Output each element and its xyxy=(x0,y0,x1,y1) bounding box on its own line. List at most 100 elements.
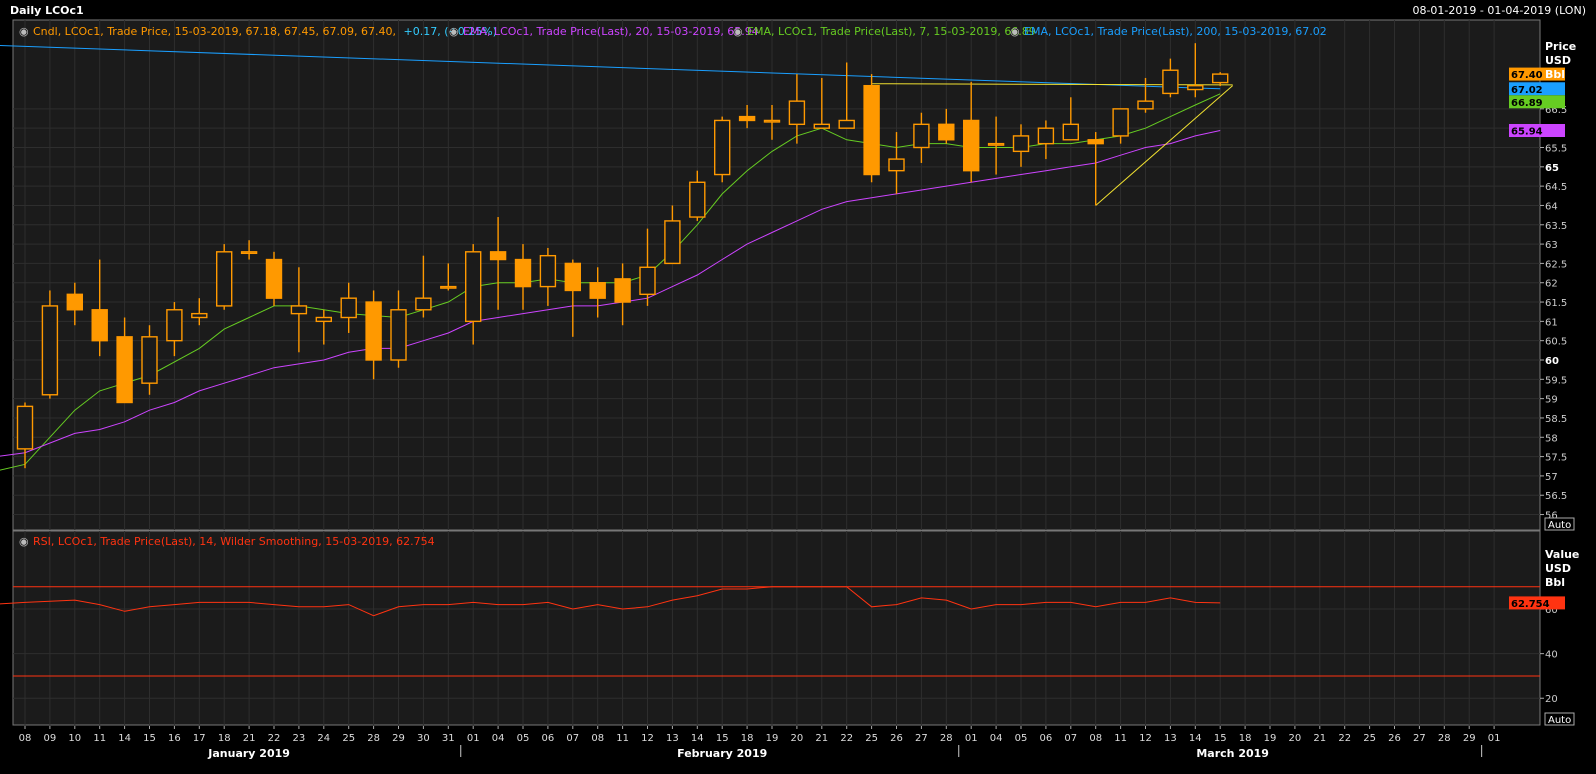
x-tick-label: 24 xyxy=(317,733,330,744)
x-tick-label: 17 xyxy=(193,733,206,744)
x-tick-label: 22 xyxy=(840,733,853,744)
x-tick-label: 13 xyxy=(666,733,679,744)
price-tick-label: 58 xyxy=(1545,433,1558,444)
rsi-tick-label: 20 xyxy=(1545,694,1558,705)
price-tick-label: 61 xyxy=(1545,317,1558,328)
legend-ema200[interactable]: EMA, LCOc1, Trade Price(Last), 200, 15-0… xyxy=(1024,25,1327,38)
x-tick-label: 06 xyxy=(1040,733,1053,744)
candle-body-down xyxy=(66,293,84,311)
rsi-auto-button[interactable]: Auto xyxy=(1544,712,1575,726)
candle-body-down xyxy=(863,84,880,176)
month-label: March 2019 xyxy=(1196,747,1269,760)
x-tick-label: 15 xyxy=(143,733,156,744)
candle-body-up xyxy=(1112,108,1129,137)
candle-body-up xyxy=(763,119,781,123)
candle-body-up xyxy=(1187,84,1204,91)
candle-body-up xyxy=(141,336,158,384)
rsi-badge: 62.754 xyxy=(1509,596,1565,610)
candle-body-down xyxy=(963,119,980,172)
price-tick-label: 57.5 xyxy=(1545,453,1567,464)
candle-body-up xyxy=(41,305,59,396)
x-tick-label: 04 xyxy=(990,733,1003,744)
price-tick-label: 59 xyxy=(1545,395,1558,406)
price-badge: 67.02 xyxy=(1509,82,1565,96)
x-tick-label: 19 xyxy=(766,733,779,744)
candle-body-down xyxy=(564,262,581,292)
candle-body-up xyxy=(539,254,557,288)
price-tick-label: 63.5 xyxy=(1545,221,1567,232)
candle-body-up xyxy=(191,312,208,319)
candle-body-up xyxy=(415,297,432,311)
candle-body-up xyxy=(16,405,34,450)
legend-rsi[interactable]: RSI, LCOc1, Trade Price(Last), 14, Wilde… xyxy=(33,535,435,548)
x-tick-label: 19 xyxy=(1264,733,1277,744)
price-tick-label: 58.5 xyxy=(1545,414,1567,425)
candle-body-up xyxy=(1037,127,1055,145)
candle-body-up xyxy=(987,142,1005,146)
chart-window: Daily LCOc1 08-01-2019 - 01-04-2019 (LON… xyxy=(0,0,1596,774)
candle-body-down xyxy=(1087,139,1104,145)
price-auto-label: Auto xyxy=(1548,520,1571,531)
candle-body-up xyxy=(714,119,731,176)
price-auto-button[interactable]: Auto xyxy=(1544,517,1575,531)
legend-ema200-bullet: ◉ xyxy=(1010,25,1020,38)
candle-body-down xyxy=(489,251,507,261)
x-tick-label: 21 xyxy=(243,733,256,744)
candle-body-up xyxy=(664,220,681,265)
legend-rsi-bullet: ◉ xyxy=(19,535,29,548)
candle-body-down xyxy=(514,258,532,288)
candle-body-up xyxy=(689,181,706,218)
x-tick-label: 01 xyxy=(467,733,480,744)
candle-body-up xyxy=(166,309,183,342)
candle-body-down xyxy=(365,301,382,361)
x-tick-label: 31 xyxy=(442,733,455,744)
x-tick-label: 20 xyxy=(1289,733,1302,744)
candle-body-up xyxy=(340,297,357,319)
price-badge: 65.94 xyxy=(1509,124,1565,138)
x-tick-label: 13 xyxy=(1164,733,1177,744)
x-tick-label: 28 xyxy=(940,733,953,744)
legend-candle[interactable]: Cndl, LCOc1, Trade Price, 15-03-2019, 67… xyxy=(33,25,497,38)
x-tick-label: 08 xyxy=(1089,733,1102,744)
x-tick-label: 18 xyxy=(1239,733,1252,744)
x-tick-label: 25 xyxy=(1363,733,1376,744)
x-tick-label: 09 xyxy=(44,733,57,744)
candle xyxy=(41,290,59,399)
candle xyxy=(215,244,233,310)
candle-body-up xyxy=(1162,69,1179,95)
legend-ema20-bullet: ◉ xyxy=(449,25,459,38)
price-tick-label: 62 xyxy=(1545,279,1558,290)
price-tick-label: 60 xyxy=(1545,356,1559,367)
x-tick-label: 21 xyxy=(1313,733,1326,744)
legend-ema20[interactable]: EMA, LCOc1, Trade Price(Last), 20, 15-03… xyxy=(463,25,759,38)
candle-body-down xyxy=(116,336,133,404)
candle-body-up xyxy=(240,251,258,255)
candle-body-up xyxy=(290,305,308,315)
x-tick-label: 11 xyxy=(616,733,629,744)
x-tick-label: 23 xyxy=(293,733,306,744)
x-tick-label: 28 xyxy=(367,733,380,744)
x-tick-label: 07 xyxy=(1064,733,1077,744)
x-tick-label: 20 xyxy=(791,733,804,744)
price-tick-label: 56.5 xyxy=(1545,491,1567,502)
x-tick-label: 27 xyxy=(915,733,928,744)
rsi-axis-header-0: Value xyxy=(1545,548,1579,561)
legend-ema7[interactable]: EMA, LCOc1, Trade Price(Last), 7, 15-03-… xyxy=(747,25,1036,38)
candle xyxy=(714,116,731,183)
x-tick-label: 22 xyxy=(268,733,281,744)
candle-body-up xyxy=(390,309,407,361)
legend-candle-bullet: ◉ xyxy=(19,25,29,38)
price-pane xyxy=(12,19,1541,531)
candle-body-up xyxy=(788,100,806,126)
candle-body-up xyxy=(1062,123,1080,141)
rsi-auto-label: Auto xyxy=(1548,715,1571,726)
x-tick-label: 11 xyxy=(93,733,106,744)
x-tick-label: 18 xyxy=(218,733,231,744)
price-axis-header-2: Bbl xyxy=(1545,68,1565,81)
x-tick-label: 07 xyxy=(566,733,579,744)
price-badge-label: 67.40 xyxy=(1511,70,1543,81)
candle-body-down xyxy=(738,115,756,122)
x-tick-label: 18 xyxy=(741,733,754,744)
x-tick-label: 25 xyxy=(342,733,355,744)
x-tick-label: 04 xyxy=(492,733,505,744)
